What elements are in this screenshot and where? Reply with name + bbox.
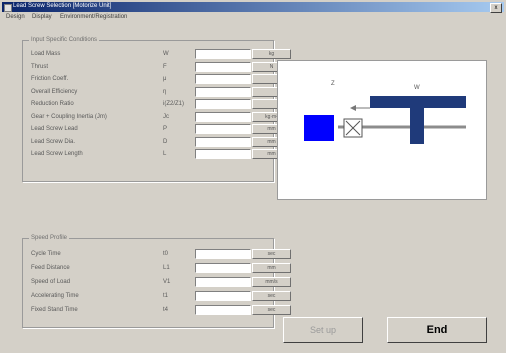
motor-block (304, 115, 334, 141)
condition-row: Gear + Coupling Inertia (Jm) Jc kg·m² (23, 111, 291, 124)
menu-bar: Design Display Environment/Registration (2, 13, 504, 22)
condition-field-symbol: F (163, 63, 167, 70)
condition-field-symbol: P (163, 126, 168, 132)
profile-group-title: Speed Profile (29, 235, 70, 241)
condition-value-input[interactable] (195, 74, 251, 84)
condition-value-input[interactable] (195, 124, 251, 134)
menu-environment-registration[interactable]: Environment/Registration (60, 14, 127, 20)
profile-field-label: Fixed Stand Time (31, 307, 78, 313)
profile-unit-button[interactable]: mm/s (252, 277, 291, 287)
condition-row: Friction Coeff. μ (23, 74, 291, 86)
condition-row: Lead Screw Length Lmm (23, 149, 291, 161)
label-b: W (414, 85, 420, 91)
condition-value-input[interactable] (195, 136, 251, 147)
profile-value-input[interactable] (195, 263, 251, 273)
thrust-arrowhead (350, 105, 356, 111)
end-button[interactable]: End (387, 317, 487, 343)
profile-row: Fixed Stand Time t4 sec (23, 305, 291, 317)
conditions-group-title: Input Specific Conditions (29, 37, 100, 43)
condition-value-input[interactable] (195, 99, 251, 109)
condition-row: Overall Efficiency η (23, 86, 291, 99)
condition-field-symbol: Jc (163, 113, 169, 120)
profile-field-symbol: t0 (163, 251, 169, 257)
profile-field-label: Feed Distance (31, 265, 70, 271)
condition-field-symbol: L (163, 151, 167, 157)
load-table (370, 96, 466, 108)
profile-group: Speed Profile Cycle Time t0 sec Feed Distan… (22, 235, 291, 328)
condition-row: Lead Screw Lead Pmm (23, 124, 291, 136)
profile-row: Accelerating Time t1 sec (23, 291, 291, 303)
condition-field-symbol: W (163, 51, 169, 57)
condition-field-symbol: i(Z2/Z1) (163, 101, 184, 107)
profile-row: Cycle Time t0 sec (23, 249, 291, 261)
condition-field-label: Lead Screw Dia. (31, 138, 76, 145)
profile-field-label: Speed of Load (31, 279, 71, 285)
condition-value-input[interactable] (195, 111, 251, 122)
condition-field-symbol: μ (163, 76, 167, 82)
condition-field-label: Overall Efficiency (31, 88, 78, 95)
condition-field-symbol: η (163, 88, 167, 95)
profile-field-symbol: L1 (163, 265, 170, 271)
title-bar: Lead Screw Selection [Motorize Unit] x (2, 2, 504, 13)
screw-diagram: Z W (277, 60, 487, 200)
window-title: Lead Screw Selection [Motorize Unit] (13, 3, 112, 9)
profile-value-input[interactable] (195, 277, 251, 287)
close-button[interactable]: x (490, 3, 502, 13)
condition-field-label: Thrust (31, 63, 49, 70)
condition-value-input[interactable] (195, 86, 251, 97)
setup-button[interactable]: Set up (283, 317, 363, 343)
profile-unit-button[interactable]: sec (252, 249, 291, 259)
profile-row: Feed Distance L1 mm (23, 263, 291, 275)
condition-field-label: Lead Screw Lead (31, 126, 78, 132)
menu-display[interactable]: Display (32, 14, 52, 20)
condition-value-input[interactable] (195, 149, 251, 159)
profile-field-symbol: V1 (163, 279, 171, 285)
profile-field-symbol: t1 (163, 293, 169, 299)
condition-field-symbol: D (163, 138, 168, 145)
profile-field-label: Accelerating Time (31, 293, 79, 299)
condition-field-label: Gear + Coupling Inertia (Jm) (31, 113, 107, 120)
condition-row: Lead Screw Dia. Dmm (23, 136, 291, 149)
profile-unit-button[interactable]: sec (252, 305, 291, 315)
condition-field-label: Reduction Ratio (31, 101, 74, 107)
profile-field-label: Cycle Time (31, 251, 61, 257)
condition-row: Thrust F N (23, 61, 291, 74)
load-nut (410, 108, 424, 144)
condition-value-input[interactable] (195, 49, 251, 59)
condition-field-label: Friction Coeff. (31, 76, 69, 82)
condition-field-label: Lead Screw Length (31, 151, 83, 157)
condition-row: Load Mass Wkg (23, 49, 291, 61)
profile-unit-button[interactable]: mm (252, 263, 291, 273)
screw-diagram-svg: Z W (304, 81, 466, 144)
profile-value-input[interactable] (195, 249, 251, 259)
profile-unit-button[interactable]: sec (252, 291, 291, 301)
condition-unit-button[interactable]: kg (252, 49, 291, 59)
condition-value-input[interactable] (195, 61, 251, 72)
condition-field-label: Load Mass (31, 51, 61, 57)
app-icon (4, 4, 12, 12)
profile-field-symbol: t4 (163, 307, 169, 313)
label-a: Z (331, 81, 335, 87)
condition-row: Reduction Ratio i(Z2/Z1) (23, 99, 291, 111)
profile-value-input[interactable] (195, 291, 251, 301)
profile-value-input[interactable] (195, 305, 251, 315)
conditions-group: Input Specific Conditions Load Mass Wkg Th… (22, 37, 291, 182)
profile-row: Speed of Load V1 mm/s (23, 277, 291, 289)
menu-design[interactable]: Design (6, 14, 25, 20)
